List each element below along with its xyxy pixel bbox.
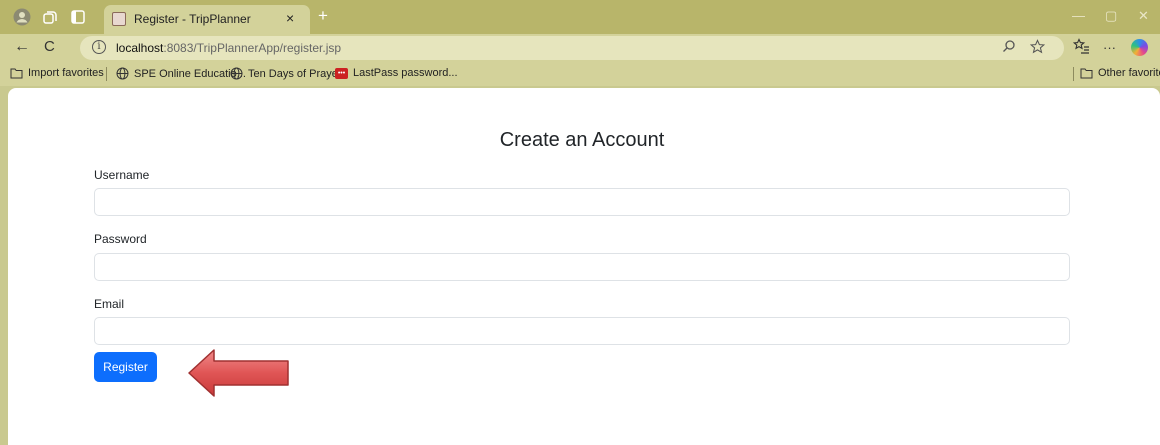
new-tab-button[interactable]: +: [318, 6, 328, 26]
workspaces-icon[interactable]: [40, 7, 60, 27]
import-favorites-label: Import favorites: [28, 67, 104, 79]
page-favicon-icon: [112, 12, 126, 26]
password-field[interactable]: [94, 253, 1070, 281]
tab-strip: Register - TripPlanner × + — ▢ ✕: [0, 0, 1160, 34]
favorites-separator: [1073, 67, 1074, 81]
favorite-lastpass[interactable]: ••• LastPass password...: [335, 67, 458, 79]
tab-register[interactable]: Register - TripPlanner ×: [104, 5, 310, 34]
back-button[interactable]: ←: [14, 38, 30, 56]
favorites-separator: [106, 67, 107, 81]
favorite-ten-days[interactable]: Ten Days of Prayer: [230, 67, 342, 80]
favorite-lastpass-label: LastPass password...: [353, 67, 458, 79]
url-path: :8083/TripPlannerApp/register.jsp: [163, 41, 342, 55]
favorites-icon[interactable]: [1072, 38, 1090, 58]
site-info-icon[interactable]: i: [92, 40, 106, 54]
page-viewport: Create an Account Username Password Emai…: [8, 88, 1160, 445]
globe-icon: [230, 67, 243, 80]
star-icon[interactable]: [1029, 39, 1046, 57]
favorite-ten-days-label: Ten Days of Prayer: [248, 67, 342, 80]
password-label: Password: [94, 232, 147, 246]
tab-title: Register - TripPlanner: [134, 12, 251, 26]
close-window-button[interactable]: ✕: [1138, 8, 1149, 24]
username-label: Username: [94, 168, 150, 182]
annotation-arrow-icon: [188, 349, 289, 397]
other-favorites-link[interactable]: Other favorites: [1080, 67, 1160, 79]
username-field[interactable]: [94, 188, 1070, 216]
tab-close-icon[interactable]: ×: [286, 10, 294, 26]
favorite-spe[interactable]: SPE Online Educatio...: [116, 67, 246, 80]
url-text: localhost:8083/TripPlannerApp/register.j…: [116, 41, 341, 55]
page-title: Create an Account: [499, 129, 665, 151]
register-button[interactable]: Register: [94, 352, 157, 382]
import-favorites-link[interactable]: Import favorites: [10, 67, 104, 79]
minimize-button[interactable]: —: [1072, 8, 1085, 23]
search-icon[interactable]: [1002, 39, 1016, 56]
restore-button[interactable]: ▢: [1105, 8, 1117, 24]
email-field[interactable]: [94, 317, 1070, 345]
other-favorites-label: Other favorites: [1098, 67, 1160, 79]
favorites-bar: Import favorites SPE Online Educatio... …: [0, 62, 1160, 86]
folder-icon: [1080, 68, 1093, 79]
copilot-icon[interactable]: [1131, 39, 1148, 56]
address-bar-row: ← C i localhost:8083/TripPlannerApp/regi…: [0, 34, 1160, 62]
refresh-button[interactable]: C: [44, 38, 55, 55]
address-bar[interactable]: i localhost:8083/TripPlannerApp/register…: [80, 36, 1064, 60]
lastpass-icon: •••: [335, 67, 348, 79]
folder-icon: [10, 68, 23, 79]
globe-icon: [116, 67, 129, 80]
url-host: localhost: [116, 41, 164, 55]
more-menu-button[interactable]: ···: [1103, 40, 1116, 55]
email-label: Email: [94, 297, 125, 311]
profile-icon[interactable]: [12, 7, 32, 27]
tab-actions-icon[interactable]: [68, 7, 88, 27]
